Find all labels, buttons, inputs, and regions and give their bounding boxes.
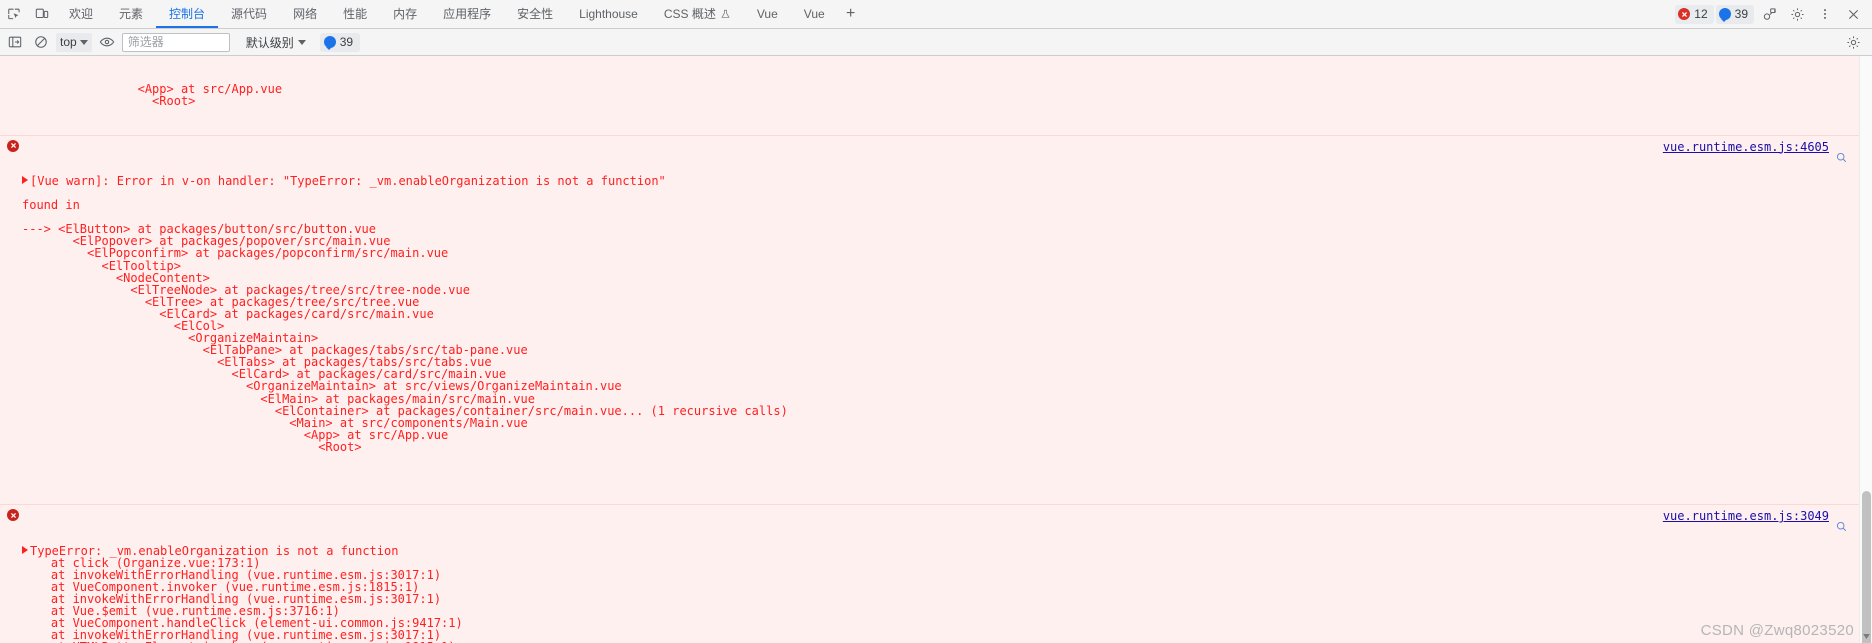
tab-elements[interactable]: 元素: [106, 0, 156, 28]
log-level-select[interactable]: 默认级别: [242, 33, 310, 52]
tab-security[interactable]: 安全性: [504, 0, 566, 28]
scroll-down-arrow-icon[interactable]: [1860, 630, 1872, 643]
warning-count: 39: [1734, 7, 1748, 21]
tab-label: Vue: [756, 7, 778, 21]
console-messages-pane[interactable]: <App> at src/App.vue <Root> [Vue warn]: …: [0, 56, 1872, 643]
execution-context-value: top: [60, 35, 77, 49]
tab-label: 元素: [119, 7, 144, 21]
console-toolbar-right: [1840, 29, 1866, 55]
tab-label: Vue: [803, 7, 825, 21]
devtools-window: 欢迎 元素 控制台 源代码 网络 性能 内存 应用程序 安全性 Lighthou…: [0, 0, 1872, 643]
info-bubble-icon: [1718, 8, 1731, 22]
tab-memory[interactable]: 内存: [380, 0, 430, 28]
warning-count-badge[interactable]: 39: [1715, 4, 1754, 24]
tab-console[interactable]: 控制台: [156, 0, 218, 28]
tab-label: 网络: [293, 7, 318, 21]
tab-sources[interactable]: 源代码: [218, 0, 280, 28]
tab-css-overview[interactable]: CSS 概述: [651, 0, 744, 28]
info-bubble-icon: [323, 36, 336, 50]
stack-frame-link[interactable]: Organize.vue:173:1: [123, 556, 253, 570]
tab-network[interactable]: 网络: [280, 0, 330, 28]
watermark: CSDN @Zwq8023520: [1700, 622, 1854, 639]
gear-icon[interactable]: [1840, 29, 1866, 55]
console-sidebar-icon[interactable]: [4, 32, 26, 52]
tab-label: Lighthouse: [579, 7, 638, 21]
tabbar-right-controls: 12 39: [1675, 0, 1872, 28]
tab-welcome[interactable]: 欢迎: [56, 0, 106, 28]
message-text: <App> at src/App.vue <Root>: [137, 82, 283, 109]
add-tab-button[interactable]: +: [838, 0, 864, 28]
experiment-flask-icon: [720, 9, 731, 20]
message-count: 39: [339, 35, 354, 49]
tab-label: 内存: [393, 7, 418, 21]
error-count: 12: [1694, 7, 1708, 21]
tab-label: 控制台: [169, 7, 206, 21]
inspect-element-icon[interactable]: [0, 0, 28, 28]
devtools-tabbar: 欢迎 元素 控制台 源代码 网络 性能 内存 应用程序 安全性 Lighthou…: [0, 0, 1872, 29]
console-message[interactable]: TypeError: _vm.enableOrganization is not…: [0, 505, 1859, 643]
message-text: [Vue warn]: Error in v-on handler: "Type…: [22, 173, 788, 454]
gear-icon[interactable]: [1784, 1, 1810, 27]
error-icon: [7, 509, 19, 522]
console-message[interactable]: [Vue warn]: Error in v-on handler: "Type…: [0, 135, 1859, 506]
expand-triangle-icon[interactable]: [22, 545, 28, 554]
chevron-down-icon: [79, 39, 88, 45]
chevron-down-icon: [297, 39, 306, 45]
stack-frames: at click (Organize.vue:173:1) at invokeW…: [22, 556, 463, 643]
search-icon[interactable]: [1764, 509, 1847, 546]
dock-side-icon[interactable]: [1756, 1, 1782, 27]
tab-label: 应用程序: [443, 7, 492, 21]
vertical-scrollbar[interactable]: [1859, 56, 1872, 643]
clear-console-icon[interactable]: [30, 32, 52, 52]
error-icon: [7, 139, 19, 152]
live-expression-icon[interactable]: [96, 32, 118, 52]
tab-label: 源代码: [231, 7, 268, 21]
error-count-badge[interactable]: 12: [1675, 4, 1714, 24]
tab-performance[interactable]: 性能: [330, 0, 380, 28]
tab-application[interactable]: 应用程序: [430, 0, 504, 28]
tab-label: CSS 概述: [663, 7, 716, 21]
message-count-badge[interactable]: 39: [319, 32, 361, 52]
tab-label: 安全性: [517, 7, 554, 21]
more-vertical-icon[interactable]: [1812, 1, 1838, 27]
execution-context-select[interactable]: top: [56, 32, 92, 52]
expand-triangle-icon[interactable]: [22, 175, 28, 184]
log-level-value: 默认级别: [245, 35, 294, 50]
search-icon[interactable]: [1764, 140, 1847, 177]
console-toolbar: top 默认级别 39: [0, 29, 1872, 56]
close-icon[interactable]: [1840, 1, 1866, 27]
tab-label: 欢迎: [69, 7, 94, 21]
error-icon: [1678, 8, 1691, 20]
device-toolbar-icon[interactable]: [28, 0, 56, 28]
console-message[interactable]: <App> at src/App.vue <Root>: [0, 56, 1859, 136]
filter-input[interactable]: [121, 32, 230, 52]
tab-vue-1[interactable]: Vue: [744, 0, 791, 28]
tab-label: 性能: [343, 7, 368, 21]
scrollbar-thumb[interactable]: [1862, 491, 1871, 643]
message-body: [Vue warn]: Error in v-on handler: "Type…: [0, 175, 1859, 453]
tab-lighthouse[interactable]: Lighthouse: [566, 0, 651, 28]
console-scroll-area: <App> at src/App.vue <Root> [Vue warn]: …: [0, 56, 1859, 643]
message-body: TypeError: _vm.enableOrganization is not…: [0, 545, 1859, 643]
tab-vue-2[interactable]: Vue: [791, 0, 838, 28]
